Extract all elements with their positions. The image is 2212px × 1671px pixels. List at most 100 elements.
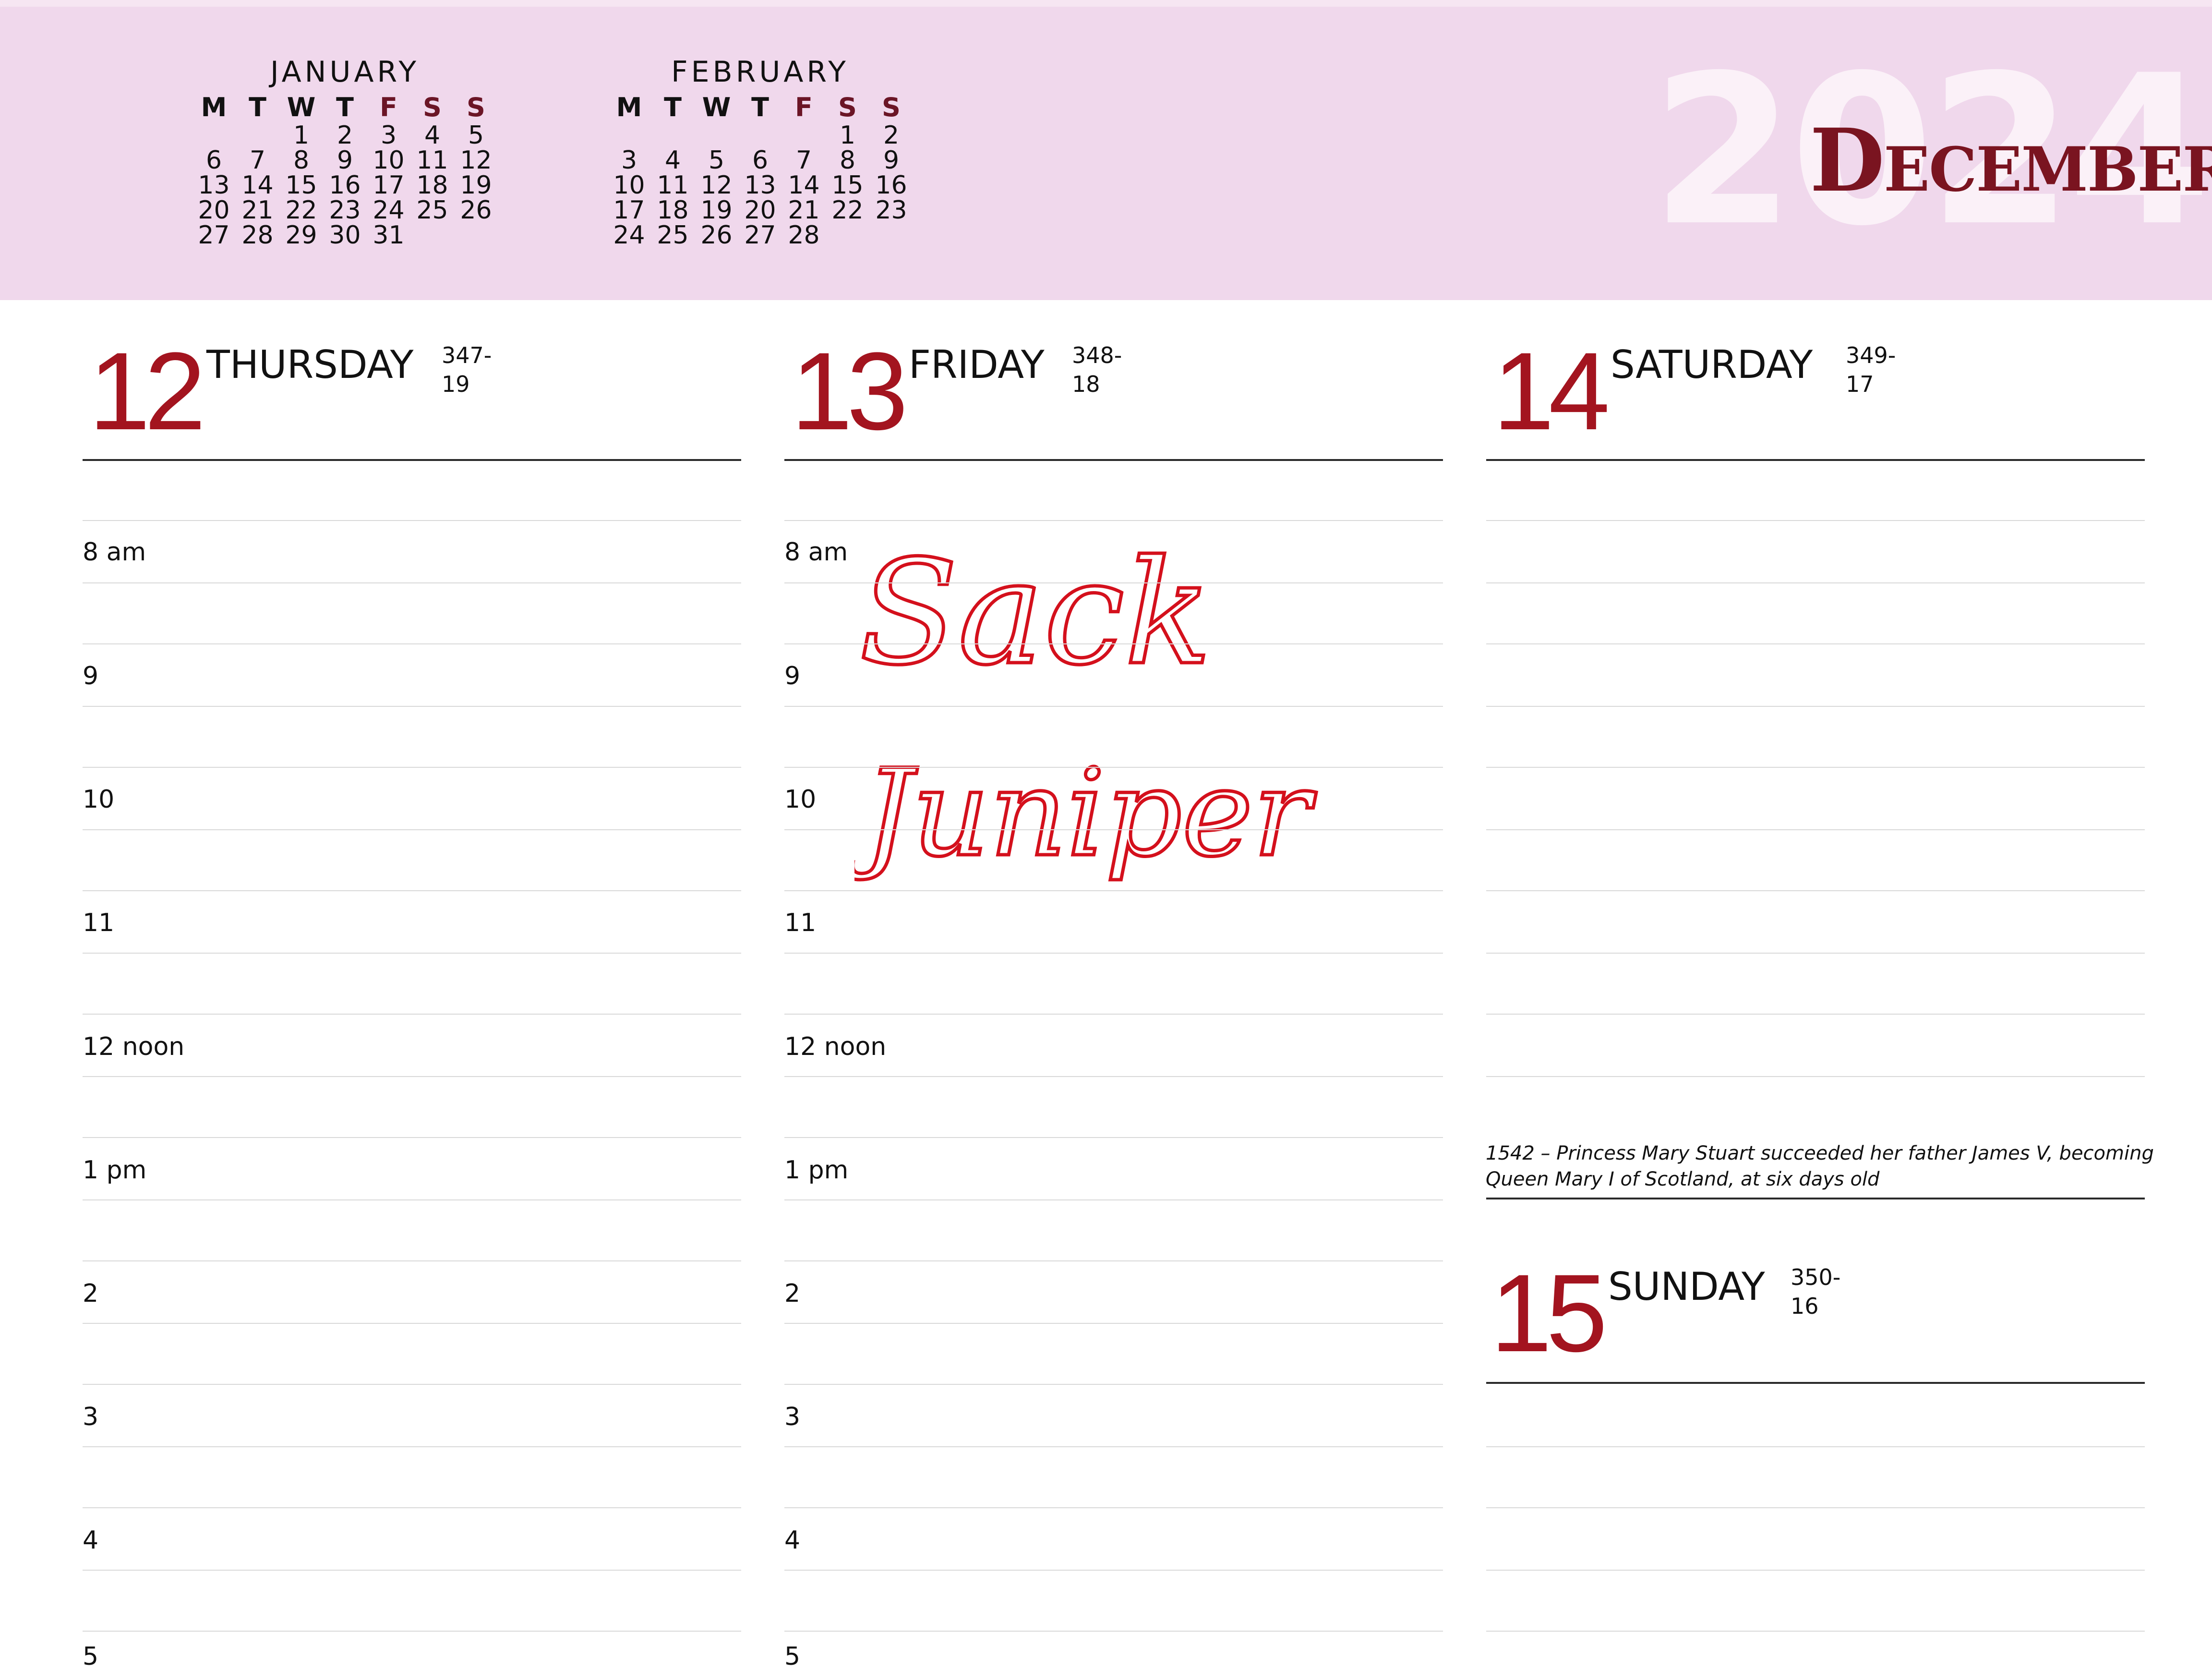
date-cell: 27 [198, 221, 230, 250]
date-cell: 5 [468, 121, 484, 150]
date-cell: 9 [337, 146, 353, 175]
day-header-rule [1486, 459, 2145, 461]
day-number: 15 [1491, 1251, 1608, 1375]
date-cell: 17 [373, 171, 405, 200]
hour-line [83, 1570, 741, 1571]
date-cell: 6 [752, 146, 769, 175]
hour-label: 3 [83, 1403, 99, 1431]
hour-line [1486, 953, 2145, 954]
hour-label: 5 [784, 1642, 801, 1671]
weekday-label: T [336, 92, 354, 122]
page-edge [0, 0, 2212, 7]
date-cell [738, 123, 782, 148]
hour-line [83, 890, 741, 891]
hour-label: 10 [83, 785, 115, 814]
hour-line [784, 1631, 1443, 1632]
day-code: 348-18 [1072, 342, 1122, 397]
date-cell: 27 [744, 221, 776, 250]
date-cell: 25 [657, 221, 689, 250]
hour-line [784, 1014, 1443, 1015]
day-header-rule [1486, 1382, 2145, 1384]
date-cell: 25 [416, 196, 448, 225]
month-title: December [1810, 110, 2212, 211]
mini-calendar-grid: M T W T F S S 1 2 3 4 5 6 7 8 9 10 11 12… [607, 91, 913, 248]
hour-line [83, 1446, 741, 1447]
date-cell: 4 [424, 121, 441, 150]
weekday-label: W [702, 92, 731, 122]
handwritten-word: Juniper [854, 743, 1316, 883]
date-cell [782, 123, 826, 148]
date-cell [607, 123, 651, 148]
day-name: SATURDAY [1611, 342, 1813, 387]
weekday-label: M [616, 92, 642, 122]
date-cell [695, 123, 738, 148]
hour-line [1486, 1570, 2145, 1571]
hour-label: 9 [784, 662, 801, 690]
hour-line [83, 706, 741, 707]
date-cell: 14 [788, 171, 820, 200]
header-band: JANUARY M T W T F S S 1 2 3 4 5 6 7 8 9 … [0, 0, 2212, 300]
note-rule [1486, 1198, 2145, 1199]
hour-line [1486, 767, 2145, 768]
date-cell: 1 [293, 121, 310, 150]
date-cell: 11 [416, 146, 448, 175]
hour-line [83, 767, 741, 768]
hour-line [1486, 706, 2145, 707]
handwriting-svg: Sack Juniper [842, 528, 1318, 885]
mini-calendar-february: FEBRUARY M T W T F S S 1 2 3 4 5 6 7 8 9… [607, 53, 913, 248]
date-cell: 4 [664, 146, 681, 175]
hour-line [784, 1323, 1443, 1324]
hour-line [1486, 1014, 2145, 1015]
hour-line [784, 767, 1443, 768]
weekday-label: T [664, 92, 682, 122]
hour-line [784, 520, 1443, 521]
hour-line [784, 1570, 1443, 1571]
hour-line [784, 829, 1443, 830]
date-cell [869, 223, 913, 248]
date-cell: 19 [460, 171, 492, 200]
weekday-label: W [287, 92, 316, 122]
date-cell: 12 [700, 171, 733, 200]
hour-line [1486, 582, 2145, 583]
date-cell: 10 [373, 146, 405, 175]
weekday-label: M [201, 92, 227, 122]
hour-label: 1 pm [83, 1156, 147, 1185]
date-cell: 17 [613, 196, 645, 225]
hour-line [784, 1260, 1443, 1261]
date-cell: 29 [285, 221, 317, 250]
hour-line [784, 643, 1443, 644]
day-name: FRIDAY [909, 342, 1045, 387]
hour-label: 8 am [784, 538, 848, 567]
day-code: 350-16 [1791, 1264, 1841, 1319]
date-cell: 8 [839, 146, 856, 175]
date-cell: 16 [329, 171, 361, 200]
historical-note: 1542 – Princess Mary Stuart succeeded he… [1486, 1142, 2154, 1190]
hour-line [83, 582, 741, 583]
hour-label: 9 [83, 662, 99, 690]
day-number: 14 [1493, 329, 1610, 453]
hour-line [1486, 1446, 2145, 1447]
hour-line [784, 890, 1443, 891]
hour-line [83, 829, 741, 830]
hour-line [83, 1137, 741, 1138]
hour-line [784, 953, 1443, 954]
date-cell: 16 [875, 171, 907, 200]
hour-label: 5 [83, 1642, 99, 1671]
date-cell [454, 223, 498, 248]
hour-line [1486, 1076, 2145, 1077]
weekday-label: S [838, 92, 857, 122]
handwritten-note: Sack Juniper [842, 480, 1325, 905]
date-cell: 31 [373, 221, 405, 250]
date-cell: 15 [285, 171, 317, 200]
date-cell: 7 [795, 146, 812, 175]
date-cell: 28 [241, 221, 274, 250]
hour-label: 11 [784, 908, 817, 937]
date-cell [826, 223, 869, 248]
hour-line [784, 1384, 1443, 1385]
date-cell: 19 [700, 196, 733, 225]
hour-line [83, 1384, 741, 1385]
date-cell: 2 [337, 121, 353, 150]
date-cell: 13 [198, 171, 230, 200]
date-cell: 21 [241, 196, 274, 225]
date-cell: 22 [831, 196, 864, 225]
